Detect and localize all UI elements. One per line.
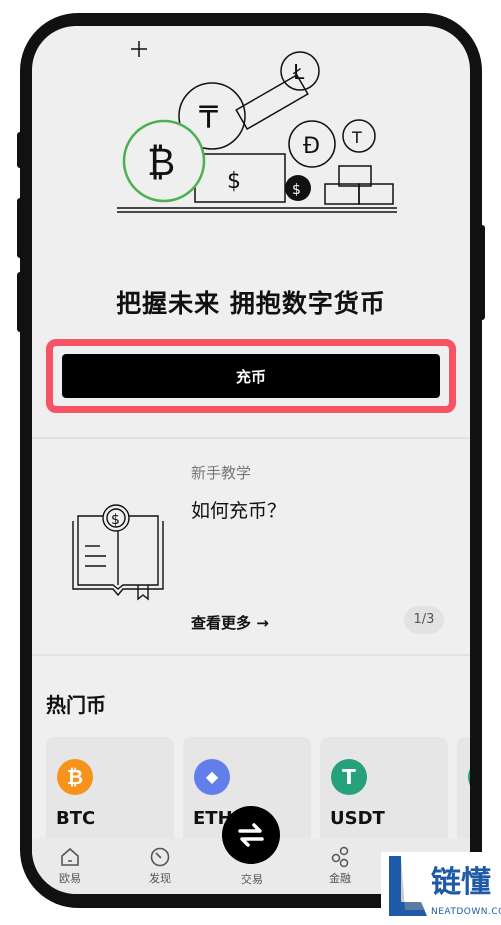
tutorial-title[interactable]: 如何充币？ — [191, 496, 286, 523]
nav-discover-label: 发现 — [149, 872, 171, 885]
divider — [32, 437, 470, 439]
mute-switch — [17, 132, 23, 168]
svg-text:T: T — [351, 128, 362, 147]
nav-trade[interactable]: 交易 — [222, 871, 282, 887]
tutorial-pager: 1/3 — [404, 606, 444, 634]
watermark-domain: NEATDOWN.COM — [431, 907, 501, 917]
tutorial-subtitle: 新手教学 — [191, 464, 252, 482]
svg-text:$: $ — [292, 182, 301, 198]
nav-finance-label: 金融 — [329, 872, 351, 885]
watermark-brand: 链懂 — [431, 865, 491, 900]
power-button — [479, 225, 485, 320]
coin-icon — [468, 759, 470, 795]
crypto-illustration: Ł ₸ Đ T $ ₿ $ — [117, 41, 397, 213]
view-more-link[interactable]: 查看更多 → — [191, 612, 269, 633]
coin-card-usdt[interactable]: T USDT — [320, 737, 448, 847]
coin-card-btc[interactable]: ₿ BTC — [46, 737, 174, 847]
svg-text:$: $ — [111, 512, 120, 528]
tether-icon: T — [331, 759, 367, 795]
svg-text:Đ: Đ — [303, 134, 320, 159]
svg-text:Ł: Ł — [292, 60, 305, 84]
deposit-button[interactable]: 充币 — [62, 354, 440, 398]
volume-up-button — [17, 198, 23, 258]
coin-symbol: USDT — [330, 808, 385, 829]
finance-icon — [331, 846, 349, 868]
nav-finance[interactable]: 金融 — [310, 846, 370, 886]
svg-text:₸: ₸ — [199, 101, 218, 136]
bitcoin-icon: ₿ — [57, 759, 93, 795]
discover-icon — [150, 847, 170, 867]
volume-down-button — [17, 272, 23, 332]
nav-discover[interactable]: 发现 — [130, 846, 190, 886]
coin-card-partial[interactable] — [457, 737, 470, 847]
hot-coins-title: 热门币 — [46, 693, 106, 717]
nav-trade-label: 交易 — [241, 873, 263, 886]
cta-highlight: 充币 — [46, 339, 456, 413]
neatdown-logo-icon: 链懂 NEATDOWN.COM — [389, 856, 501, 917]
swap-icon — [238, 823, 264, 847]
ethereum-icon: ◆ — [194, 759, 230, 795]
nav-home[interactable]: 欧易 — [40, 846, 100, 886]
svg-text:$: $ — [227, 169, 241, 194]
divider — [32, 654, 470, 656]
book-coin-icon: $ — [72, 504, 164, 601]
watermark-logo: 链懂 NEATDOWN.COM — [381, 852, 501, 921]
home-icon — [61, 847, 79, 866]
coin-symbol: BTC — [56, 808, 96, 829]
nav-home-label: 欧易 — [59, 872, 81, 885]
trade-swap-button[interactable] — [222, 806, 280, 864]
svg-text:₿: ₿ — [147, 140, 175, 184]
app-screen: Ł ₸ Đ T $ ₿ $ 把握未来 拥抱数字货币 充币 $ 新手教学 如何充币… — [32, 26, 470, 894]
slogan-heading: 把握未来 拥抱数字货币 — [116, 289, 386, 318]
